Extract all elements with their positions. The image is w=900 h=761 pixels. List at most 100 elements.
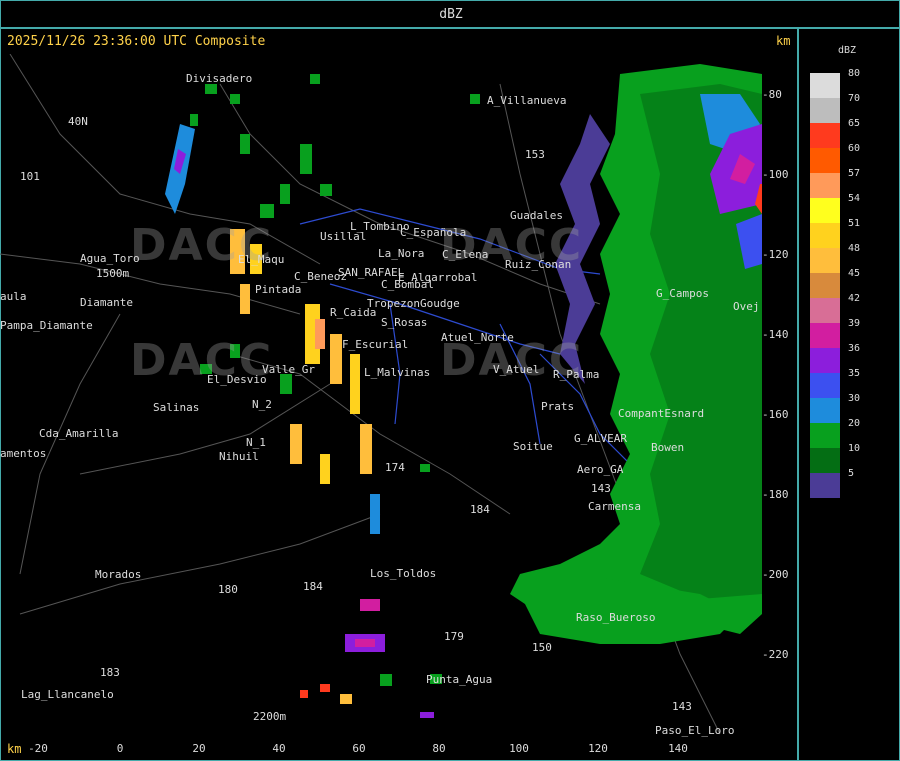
legend-swatch (810, 98, 840, 123)
place-label: Los_Toldos (370, 567, 437, 580)
place-label: C_Elena (442, 248, 489, 261)
place-label: CompantEsnard (618, 407, 705, 420)
legend-swatch (810, 373, 840, 398)
place-label: Carmensa (588, 500, 641, 513)
legend-label: 30 (848, 393, 861, 404)
legend-label: 35 (848, 368, 861, 379)
y-tick: -80 (762, 88, 782, 101)
place-label: Atuel_Norte (441, 331, 514, 344)
legend-label: 65 (848, 118, 861, 129)
legend-swatch (810, 348, 840, 373)
legend-label: 60 (848, 143, 861, 154)
km-unit-bottom: km (7, 742, 22, 756)
place-label: Diamante (80, 296, 133, 309)
legend-swatch (810, 73, 840, 98)
km-unit-top: km (776, 34, 791, 48)
legend-swatch (810, 123, 840, 148)
place-label: 153 (525, 148, 545, 161)
y-tick: -120 (762, 248, 789, 261)
legend-swatch (810, 323, 840, 348)
product-title: dBZ (439, 7, 463, 22)
place-label: C_Bombal (381, 278, 434, 291)
legend-label: 36 (848, 343, 861, 354)
y-tick: -140 (762, 328, 789, 341)
y-tick: -200 (762, 568, 789, 581)
legend-swatch (810, 248, 840, 273)
place-label: Aero_GA (577, 463, 624, 476)
legend-swatch (810, 423, 840, 448)
x-tick: 20 (192, 742, 206, 755)
place-label: 174 (385, 461, 405, 474)
y-tick: -100 (762, 168, 789, 181)
legend-label: 10 (848, 443, 861, 454)
x-tick: 80 (432, 742, 446, 755)
place-label: 179 (444, 630, 464, 643)
legend-label: 57 (848, 168, 861, 179)
place-label: Paso_El_Loro (655, 724, 735, 737)
place-label: 183 (100, 666, 120, 679)
place-label: A_Villanueva (487, 94, 567, 107)
place-label: C_Española (400, 226, 467, 239)
place-label: Lag_Llancanelo (21, 688, 114, 701)
place-label: 1500m (96, 267, 130, 280)
place-label: N_2 (252, 398, 272, 411)
place-label: 2200m (253, 710, 287, 723)
place-label: Raso_Bueroso (576, 611, 656, 624)
place-label: Pintada (255, 283, 302, 296)
place-label: Cda_Amarilla (39, 427, 119, 440)
place-label: G_Campos (656, 287, 709, 300)
place-label: Guadales (510, 209, 563, 222)
title-bar: dBZ (0, 0, 900, 28)
x-tick: 100 (509, 742, 529, 755)
place-label: La_Nora (378, 247, 425, 260)
place-label: El_Maqu (238, 253, 285, 266)
place-label: L_Malvinas (364, 366, 431, 379)
place-label: V_Atuel (493, 363, 540, 376)
place-label: Ruiz_Conan (505, 258, 572, 271)
place-label: Divisadero (186, 72, 253, 85)
x-tick: 60 (352, 742, 366, 755)
place-label: 180 (218, 583, 238, 596)
x-tick: -20 (28, 742, 48, 755)
place-label: El_Desvio (207, 373, 267, 386)
legend-swatch (810, 298, 840, 323)
legend-label: 20 (848, 418, 861, 429)
place-label: Goudge (420, 297, 460, 310)
place-label: Salinas (153, 401, 200, 414)
radar-map[interactable] (0, 54, 762, 736)
place-label: Ovej (733, 300, 760, 313)
place-label: aula (0, 290, 27, 303)
x-tick: 40 (272, 742, 286, 755)
place-label: 184 (470, 503, 490, 516)
place-label: Morados (95, 568, 142, 581)
place-label: Punta_Agua (426, 673, 493, 686)
place-label: Nihuil (219, 450, 259, 463)
place-label: R_Caida (330, 306, 377, 319)
legend-swatch (810, 198, 840, 223)
place-label: Soitue (513, 440, 553, 453)
y-tick: -160 (762, 408, 789, 421)
legend-title: dBZ (838, 45, 857, 56)
legend-swatch (810, 398, 840, 423)
place-label: R_Palma (553, 368, 600, 381)
place-label: Usillal (320, 230, 367, 243)
legend-swatch (810, 223, 840, 248)
radar-echo-convective-line (165, 124, 434, 718)
legend-label: 42 (848, 293, 861, 304)
legend-label: 48 (848, 243, 861, 254)
legend-swatch (810, 148, 840, 173)
timestamp-label: 2025/11/26 23:36:00 UTC Composite (7, 34, 266, 49)
place-label: Bowen (651, 441, 685, 454)
place-label: N_1 (246, 436, 266, 449)
legend-swatch (810, 473, 840, 498)
x-tick: 120 (588, 742, 608, 755)
legend-label: 70 (848, 93, 861, 104)
x-tick: 140 (668, 742, 688, 755)
place-label: Prats (541, 400, 575, 413)
legend-label: 45 (848, 268, 861, 279)
legend-swatch (810, 173, 840, 198)
place-label: S_Rosas (381, 316, 428, 329)
place-label: 40N (68, 115, 88, 128)
legend-label: 39 (848, 318, 861, 329)
place-label: 150 (532, 641, 552, 654)
